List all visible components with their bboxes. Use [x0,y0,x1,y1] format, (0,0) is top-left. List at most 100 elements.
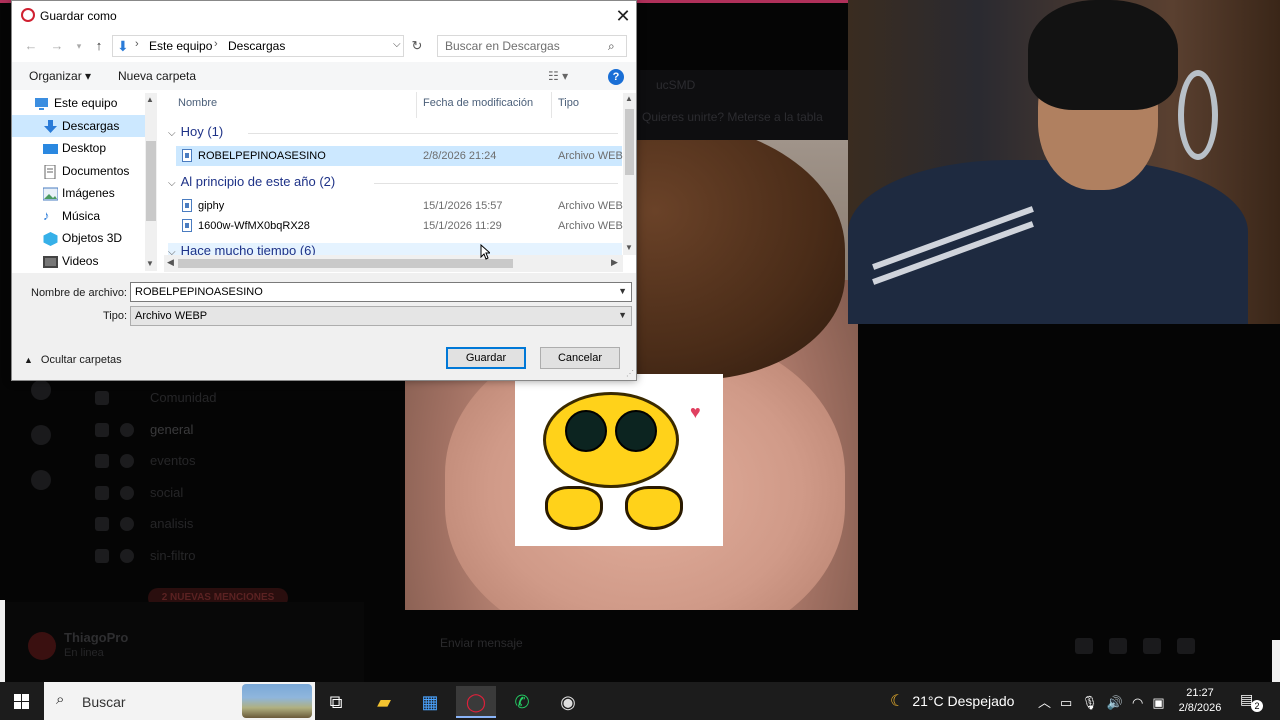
filename-field[interactable]: ROBELPEPINOASESINO ▼ [130,282,632,302]
scroll-up-icon[interactable]: ▲ [146,95,154,104]
microphone-icon[interactable]: 🎙 [1081,695,1098,710]
help-icon[interactable]: ? [608,69,624,85]
search-highlight-image[interactable] [242,684,312,718]
breadcrumb-item[interactable]: Descargas [228,39,285,53]
file-list-horizontal-scrollbar[interactable]: ◀ ▶ [164,255,623,272]
dialog-title-bar[interactable]: Guardar como ✕ [12,1,636,31]
obs-studio-icon[interactable]: ◉ [548,686,588,718]
group-header[interactable]: ⌵ Al principio de este año (2) [168,174,335,189]
save-button[interactable]: Guardar [446,347,526,369]
cancel-button[interactable]: Cancelar [540,347,620,369]
nav-item-descargas[interactable]: Descargas [12,114,157,137]
scrollbar-thumb[interactable] [178,259,513,268]
channel-item[interactable]: social [75,477,365,509]
search-icon[interactable]: ⌕ [608,39,622,53]
breadcrumb-separator-icon[interactable]: › [135,38,139,50]
chevron-down-icon[interactable]: ⌵ [168,178,176,189]
channel-list: Comunidad general eventos social analisi… [75,382,365,571]
trophy-icon [120,548,134,563]
clock[interactable]: 21:27 2/8/2026 [1170,686,1230,716]
nav-item-documentos[interactable]: Documentos [12,160,157,183]
chevron-down-icon[interactable]: ▼ [618,310,627,320]
file-explorer-icon[interactable]: ▰ [364,686,404,718]
hide-folders-toggle[interactable]: ▲ Ocultar carpetas [24,354,122,366]
nav-item-objetos-3d[interactable]: Objetos 3D [12,227,157,250]
globe-icon [120,454,134,468]
column-divider[interactable] [551,92,552,118]
search-input[interactable] [438,36,606,56]
back-arrow-icon[interactable]: ← [22,37,40,55]
taskbar: ⌕ Buscar ⧉ ▰ ▦ ◯ ✆ ◉ ☾ 21°C Despejado ︿ ▭ 🎙… [0,682,1280,720]
nav-item-este-equipo[interactable]: Este equipo [12,92,157,115]
column-header-type[interactable]: Tipo [558,97,579,109]
taskbar-search[interactable]: ⌕ Buscar [44,682,315,720]
scroll-down-icon[interactable]: ▼ [625,243,633,252]
organize-button[interactable]: Organizar ▾ [29,69,91,83]
message-input[interactable]: Enviar mensaje [380,630,1060,660]
address-bar[interactable]: ⬇ › Este equipo › Descargas ⌵ [112,35,404,57]
weather-widget[interactable]: ☾ 21°C Despejado [890,691,1014,711]
channel-item[interactable]: eventos [75,445,365,477]
up-arrow-icon[interactable]: ↑ [90,37,108,55]
opera-browser-icon[interactable]: ◯ [456,686,496,718]
start-button[interactable] [0,682,44,720]
group-header[interactable]: ⌵ Hoy (1) [168,124,223,139]
refresh-icon[interactable]: ↻ [408,37,426,55]
search-box[interactable]: ⌕ [437,35,627,57]
nav-item-desktop[interactable]: Desktop [12,137,157,160]
column-divider[interactable] [416,92,417,118]
nav-pane-scrollbar[interactable]: ▲ ▼ [145,93,157,271]
wifi-icon[interactable]: ◠ [1132,695,1143,710]
breadcrumb-separator-icon[interactable]: › [214,38,218,50]
scroll-left-icon[interactable]: ◀ [167,257,174,268]
control-icon[interactable] [1075,638,1093,654]
control-icon[interactable] [1109,638,1127,654]
add-server-icon[interactable] [31,380,51,400]
view-options-icon[interactable]: ☷ ▾ [548,69,568,83]
volume-icon[interactable]: 🔊 [1107,695,1123,710]
file-row[interactable]: 1600w-WfMX0bqRX28 15/1/2026 11:29 Archiv… [176,216,630,236]
scroll-up-icon[interactable]: ▲ [625,94,633,103]
filename-value[interactable]: ROBELPEPINOASESINO [135,286,263,298]
column-header-modified[interactable]: Fecha de modificación [423,97,533,109]
chevron-down-icon[interactable]: ⌵ [168,128,176,139]
notification-center-icon[interactable]: ▤ 2 [1240,691,1263,712]
download-icon[interactable] [31,470,51,490]
whatsapp-icon[interactable]: ✆ [502,686,542,718]
channel-item[interactable]: sin-filtro [75,540,365,572]
control-icon[interactable] [1177,638,1195,654]
usb-icon[interactable]: ▭ [1060,695,1072,710]
avatar[interactable] [28,632,56,660]
keyboard-icon[interactable]: ▣ [1152,695,1164,710]
channel-item[interactable]: analisis [75,508,365,540]
scrollbar-thumb[interactable] [625,109,634,175]
new-folder-button[interactable]: Nueva carpeta [118,69,196,83]
channel-item[interactable]: general [75,414,365,446]
file-row[interactable]: ROBELPEPINOASESINO 2/8/2026 21:24 Archiv… [176,146,630,166]
scroll-right-icon[interactable]: ▶ [611,257,618,268]
nav-item-imagenes[interactable]: Imágenes [12,182,157,205]
close-button[interactable]: ✕ [610,3,636,29]
forward-arrow-icon[interactable]: → [48,37,66,55]
recent-chevron-icon[interactable]: ▾ [70,37,88,55]
chevron-down-icon[interactable]: ⌵ [393,39,401,50]
file-list-vertical-scrollbar[interactable]: ▲ ▼ [623,93,636,255]
explore-icon[interactable] [31,425,51,445]
control-icon[interactable] [1143,638,1161,654]
nav-item-videos[interactable]: Videos [12,250,157,273]
nav-item-musica[interactable]: ♪ Música [12,205,157,228]
channel-header-topic: Quieres unirte? Meterse a la tabla [642,110,823,124]
chevron-down-icon[interactable]: ▼ [618,286,627,296]
task-view-icon[interactable]: ⧉ [316,686,356,718]
file-row[interactable]: giphy 15/1/2026 15:57 Archivo WEBP [176,196,630,216]
resize-grip-icon[interactable]: ⋰ [626,369,634,378]
chevron-up-icon[interactable]: ︿ [1038,695,1051,710]
channel-item[interactable]: Comunidad [75,382,365,414]
type-select[interactable]: Archivo WEBP ▼ [130,306,632,326]
microsoft-store-icon[interactable]: ▦ [410,686,450,718]
breadcrumb-item[interactable]: Este equipo [149,39,212,53]
scroll-down-icon[interactable]: ▼ [146,259,154,268]
nav-item-label: Música [62,208,101,223]
scrollbar-thumb[interactable] [146,141,156,221]
column-header-name[interactable]: Nombre [178,97,217,109]
